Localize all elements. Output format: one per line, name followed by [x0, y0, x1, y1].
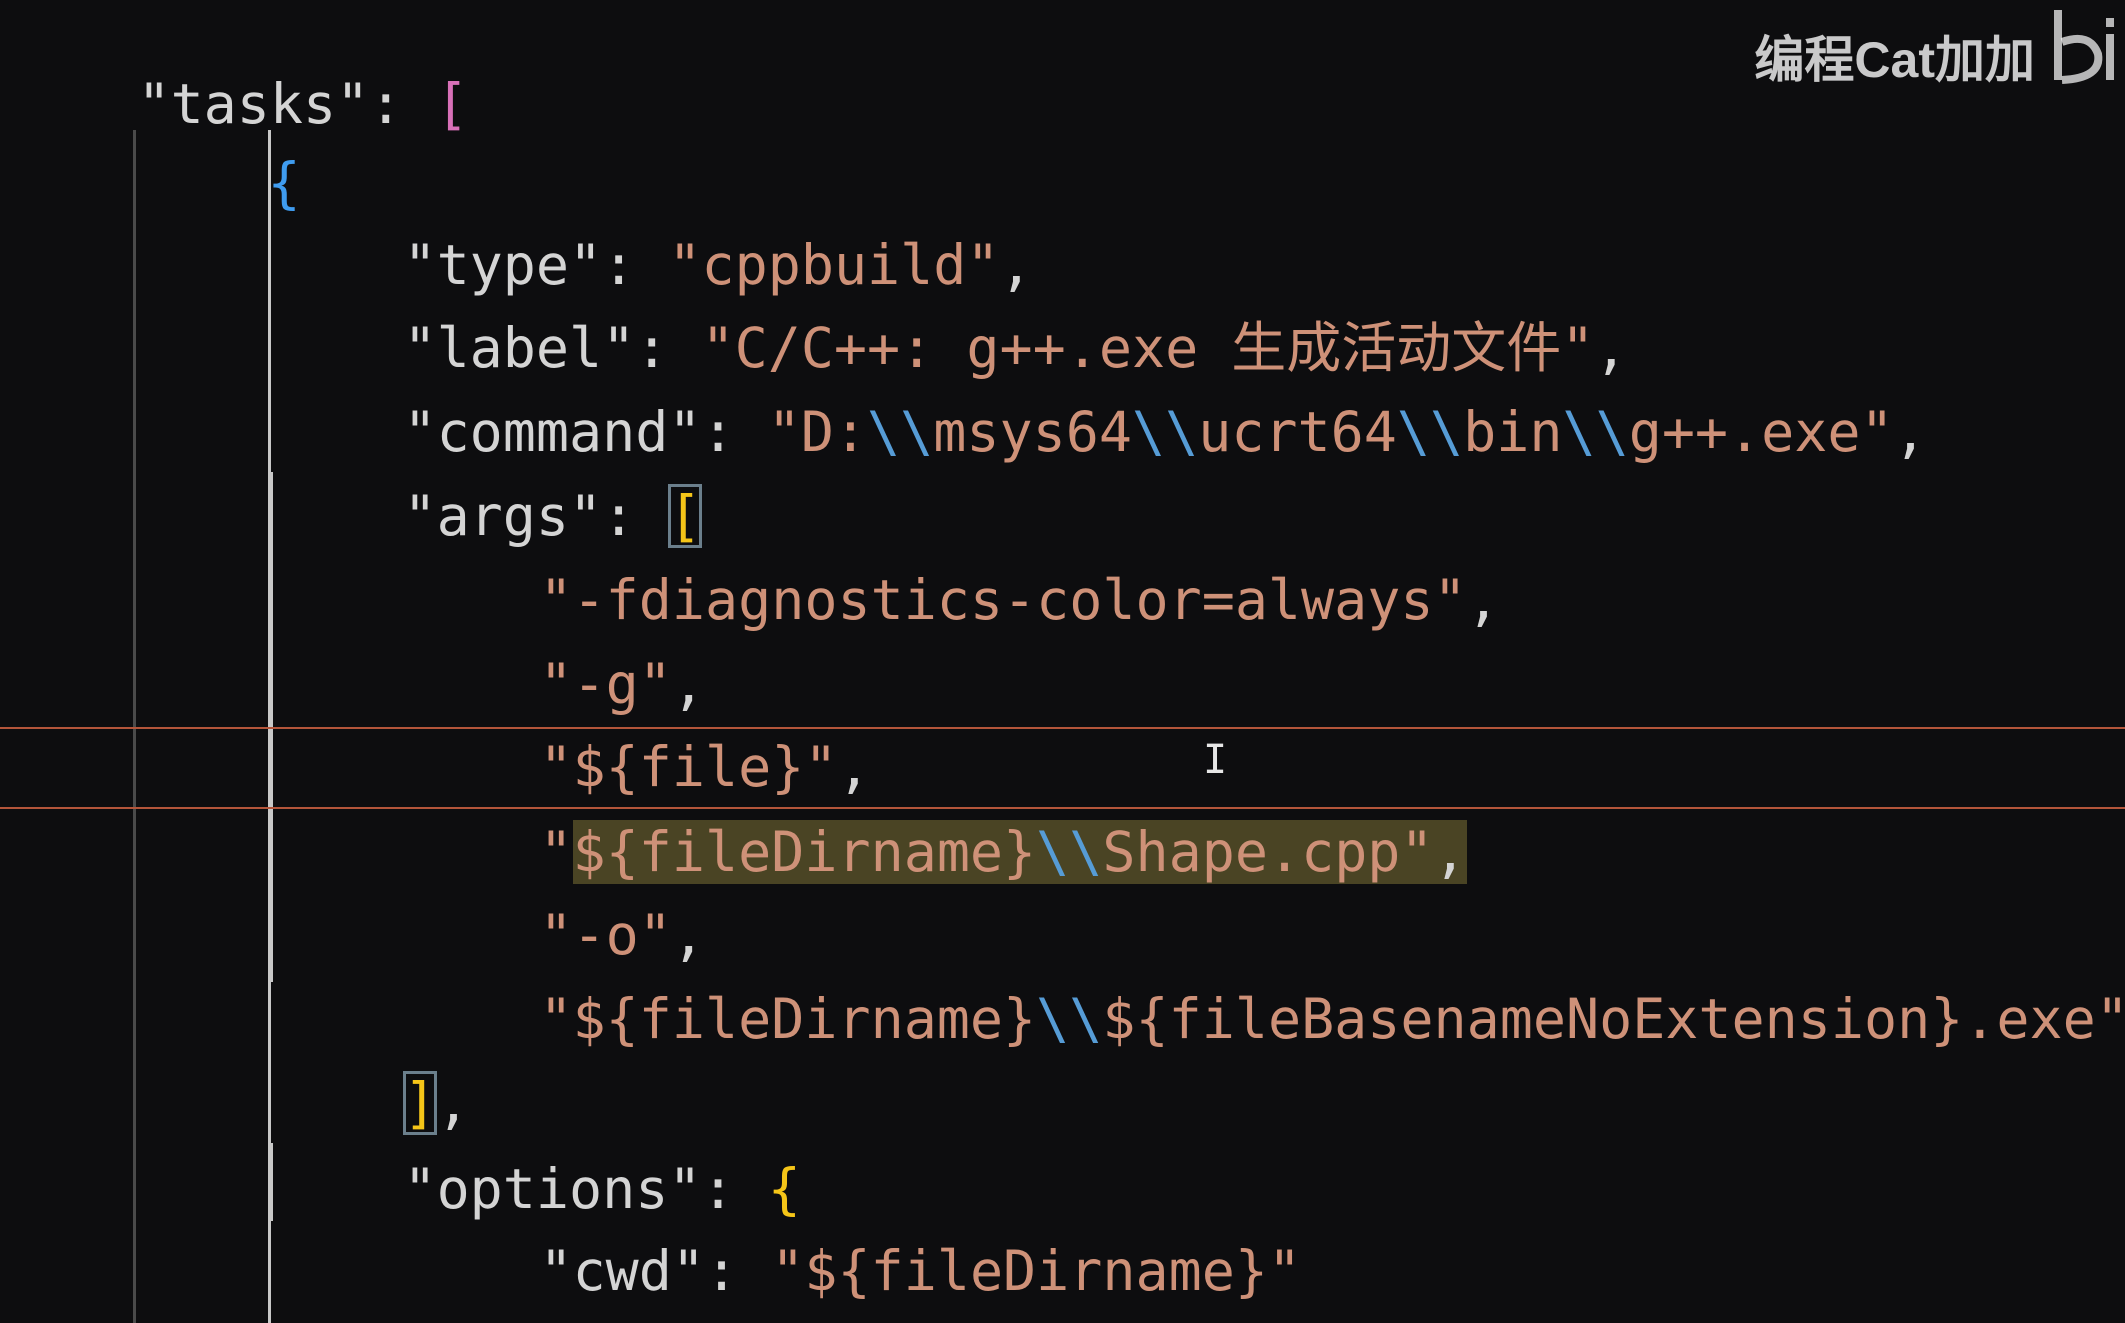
bracket: [: [435, 72, 469, 136]
code-editor[interactable]: "tasks": [ { "type": "cppbuild", "label"…: [0, 0, 2125, 1323]
bilibili-logo-icon: [2054, 10, 2114, 84]
channel-watermark: 编程Cat加加: [1754, 32, 2035, 88]
code-line-args-close[interactable]: ],: [271, 977, 470, 1135]
code-line-arg[interactable]: "-fdiagnostics-color=always",: [407, 474, 1499, 632]
code-line-arg[interactable]: "-g",: [407, 558, 705, 716]
code-line-options[interactable]: "options": {: [271, 1063, 800, 1221]
code-line-cwd[interactable]: "cwd": "${fileDirname}": [407, 1145, 1301, 1303]
code-line-tasks[interactable]: "tasks": [: [5, 0, 468, 136]
code-line-arg[interactable]: "-o",: [407, 809, 705, 967]
code-line-label[interactable]: "label": "C/C++: g++.exe 生成活动文件",: [271, 222, 1627, 380]
text-cursor-icon: I: [1203, 737, 1228, 783]
code-line-type[interactable]: "type": "cppbuild",: [271, 139, 1032, 297]
code-line-arg-selected[interactable]: "${fileDirname}\\Shape.cpp",: [407, 726, 1467, 884]
json-key: "cwd": [539, 1239, 706, 1303]
code-line-arg[interactable]: "${file}",: [407, 641, 870, 799]
code-line-arg[interactable]: "${fileDirname}\\${fileBasenameNoExtensi…: [407, 893, 2125, 1051]
text-selection[interactable]: ${fileDirname}\\Shape.cpp",: [572, 820, 1467, 884]
code-line-command[interactable]: "command": "D:\\msys64\\ucrt64\\bin\\g++…: [271, 306, 1926, 464]
json-string: "${fileDirname}": [771, 1239, 1302, 1303]
code-line-options-close[interactable]: },: [271, 1228, 469, 1323]
code-line-open-brace[interactable]: {: [135, 57, 300, 215]
code-line-args[interactable]: "args": [: [271, 390, 702, 548]
